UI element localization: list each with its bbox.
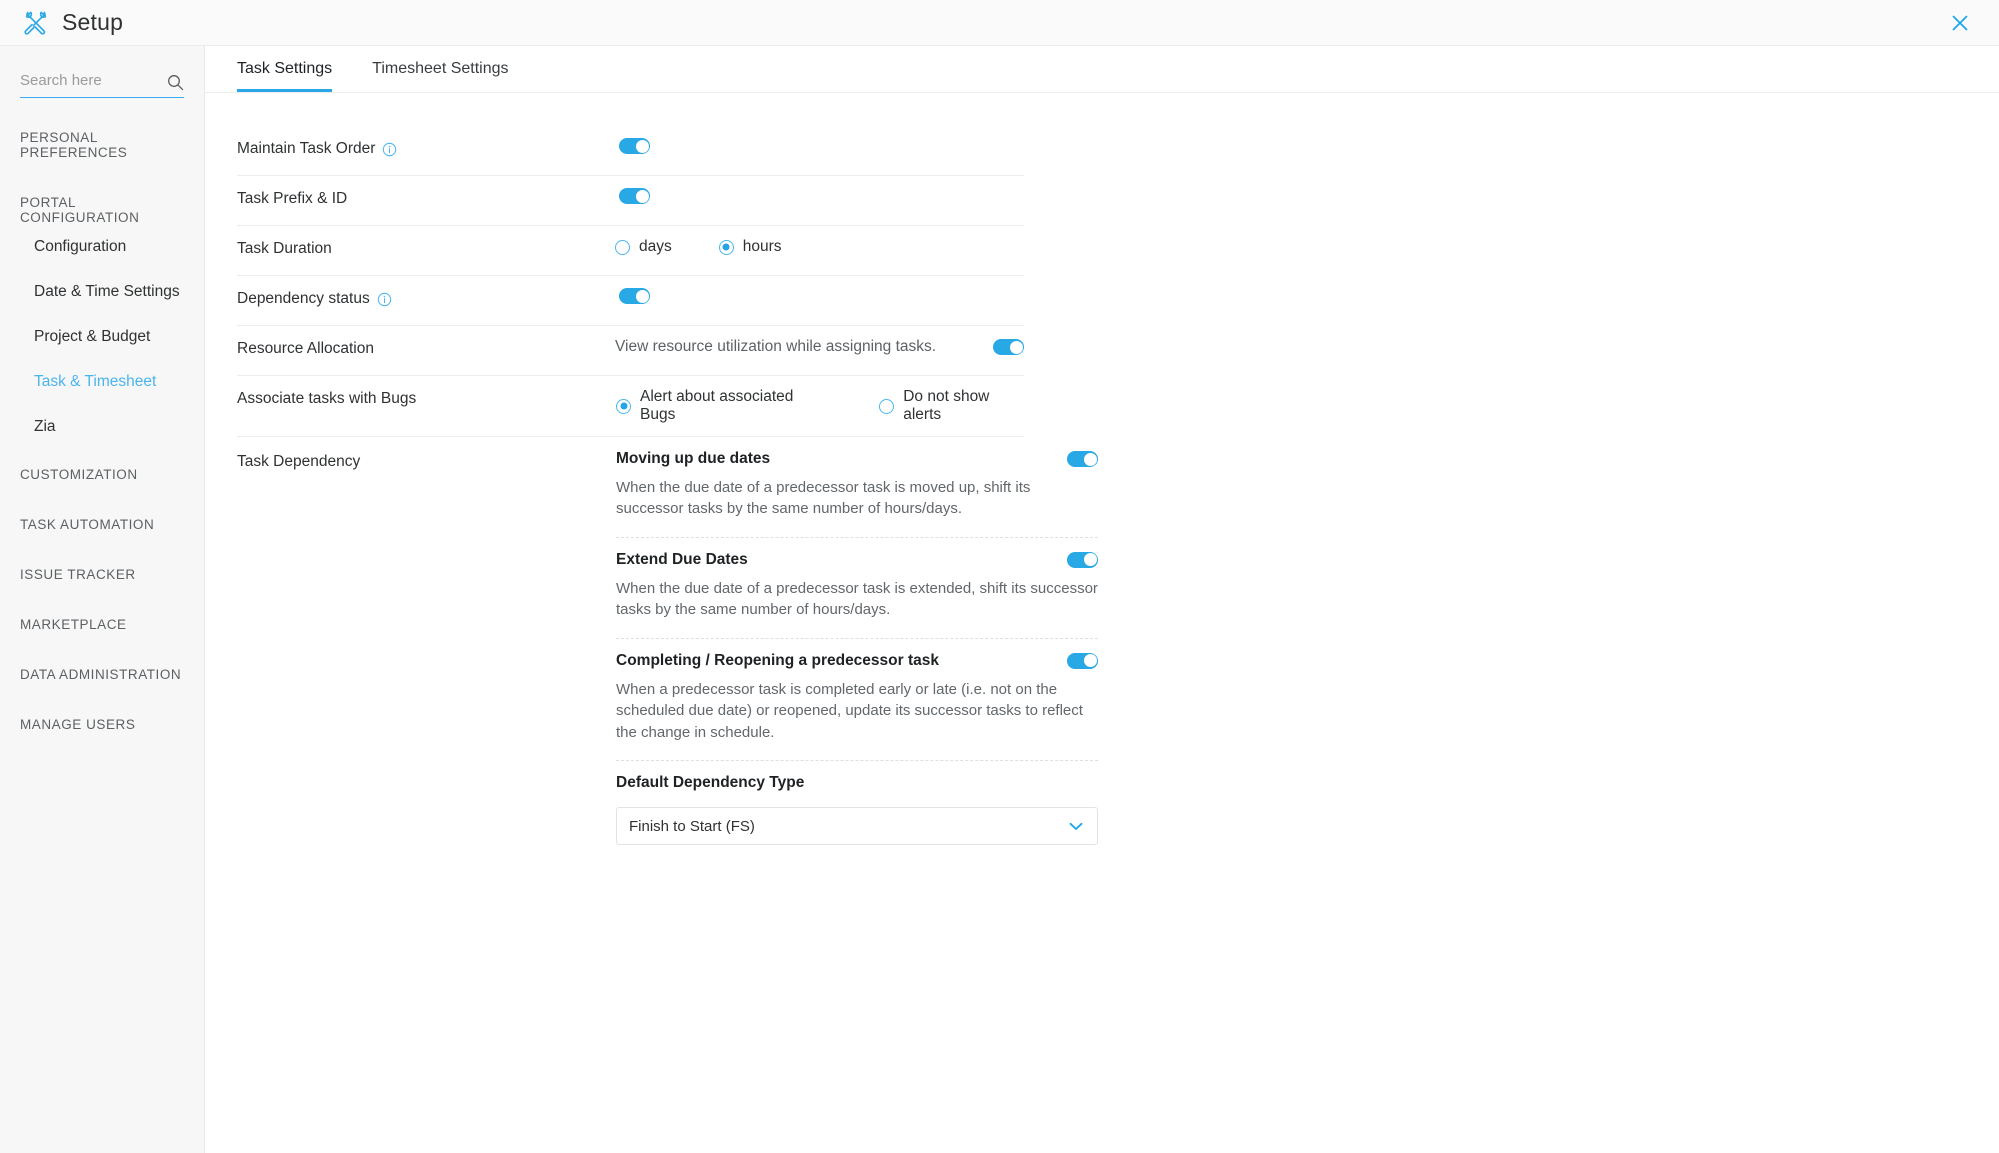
- row-control-container: [543, 176, 1024, 216]
- sidebar-group-issue-tracker[interactable]: ISSUE TRACKER: [0, 567, 204, 582]
- page-title: Setup: [62, 9, 124, 35]
- dependency-block-completing-reopening-predecessor-task: Completing / Reopening a predecessor tas…: [616, 639, 1098, 762]
- sidebar-group-task-automation[interactable]: TASK AUTOMATION: [0, 517, 204, 532]
- search-container: [20, 68, 184, 98]
- radio-icon-days[interactable]: [615, 239, 630, 255]
- label-default-dependency-type: Default Dependency Type: [616, 774, 805, 792]
- sidebar-item-date-time-settings[interactable]: Date & Time Settings: [0, 283, 204, 301]
- dependency-block-moving-up-due-dates: Moving up due dates When the due date of…: [616, 437, 1098, 538]
- row-control-container: View resource utilization while assignin…: [543, 326, 1024, 368]
- sidebar-item-zia[interactable]: Zia: [0, 418, 204, 436]
- setting-label-resource-allocation: Resource Allocation: [237, 340, 374, 357]
- toggle-maintain-task-order[interactable]: [619, 138, 650, 154]
- radio-group-task-duration: days hours: [615, 238, 782, 256]
- sidebar-item-configuration[interactable]: Configuration: [0, 238, 204, 256]
- dependency-title-moving-up-due-dates: Moving up due dates: [616, 450, 771, 467]
- chevron-down-icon[interactable]: [1069, 822, 1083, 831]
- dependency-block-header: Completing / Reopening a predecessor tas…: [616, 652, 1098, 670]
- sidebar-item-task-timesheet[interactable]: Task & Timesheet: [0, 373, 204, 391]
- window-body: PERSONAL PREFERENCES PORTAL CONFIGURATIO…: [0, 46, 1999, 1153]
- radio-option-alert-about-associated-bugs[interactable]: Alert about associated Bugs: [616, 388, 822, 424]
- sidebar-group-manage-users[interactable]: MANAGE USERS: [0, 717, 204, 732]
- row-label-container: Maintain Task Order: [237, 126, 543, 172]
- setup-window: Setup PERSONAL PREFERENCES PORTAL CONFIG…: [0, 0, 1999, 1153]
- search-input[interactable]: [20, 68, 184, 98]
- tab-task-settings[interactable]: Task Settings: [237, 60, 333, 92]
- sidebar-item-project-budget[interactable]: Project & Budget: [0, 328, 204, 346]
- radio-option-do-not-show-alerts[interactable]: Do not show alerts: [879, 388, 1024, 424]
- close-icon[interactable]: [1945, 8, 1975, 38]
- radio-option-hours[interactable]: hours: [718, 238, 782, 256]
- toggle-resource-allocation[interactable]: [993, 339, 1024, 355]
- sidebar-group-data-administration[interactable]: DATA ADMINISTRATION: [0, 667, 204, 682]
- radio-option-days[interactable]: days: [615, 238, 672, 256]
- setting-row-associate-tasks-with-bugs: Associate tasks with Bugs Alert about as…: [237, 376, 1024, 437]
- radio-icon-do-not-show-alerts[interactable]: [879, 398, 895, 414]
- setting-label-associate-tasks-with-bugs: Associate tasks with Bugs: [237, 390, 417, 407]
- setting-row-maintain-task-order: Maintain Task Order: [237, 126, 1024, 176]
- info-icon[interactable]: [382, 142, 397, 157]
- radio-group-associate-tasks-with-bugs: Alert about associated Bugs Do not show …: [616, 388, 1024, 424]
- row-control-container: days hours: [543, 226, 1024, 268]
- dependency-block-extend-due-dates: Extend Due Dates When the due date of a …: [616, 538, 1098, 639]
- select-default-dependency-type[interactable]: Finish to Start (FS): [616, 807, 1098, 846]
- radio-label-days: days: [639, 238, 672, 255]
- setting-label-task-dependency: Task Dependency: [237, 453, 361, 470]
- setting-row-task-prefix-id: Task Prefix & ID: [237, 176, 1024, 226]
- radio-label-alert-about-associated-bugs: Alert about associated Bugs: [640, 388, 794, 423]
- tools-icon: [24, 11, 48, 35]
- row-label-container: Associate tasks with Bugs: [237, 376, 543, 422]
- title-bar: Setup: [0, 0, 1999, 46]
- dependency-title-extend-due-dates: Extend Due Dates: [616, 550, 748, 568]
- task-dependency-blocks: Moving up due dates When the due date of…: [616, 437, 1098, 862]
- radio-icon-hours[interactable]: [718, 239, 734, 255]
- setting-description-resource-allocation: View resource utilization while assignin…: [615, 338, 937, 355]
- setting-label-dependency-status: Dependency status: [237, 290, 370, 307]
- row-control-container: [543, 126, 1024, 166]
- row-control-container: [543, 276, 1024, 316]
- dependency-description-extend-due-dates: When the due date of a predecessor task …: [616, 579, 1098, 619]
- toggle-completing-reopening-predecessor-task[interactable]: [1067, 652, 1098, 669]
- sidebar-group-marketplace[interactable]: MARKETPLACE: [0, 617, 204, 632]
- tab-bar: Task Settings Timesheet Settings: [205, 46, 1999, 93]
- setting-row-task-duration: Task Duration days hours: [237, 226, 1024, 276]
- row-label-container: Task Duration: [237, 226, 543, 272]
- setting-label-task-prefix-id: Task Prefix & ID: [237, 190, 348, 207]
- sidebar-nav: PERSONAL PREFERENCES PORTAL CONFIGURATIO…: [0, 130, 204, 732]
- row-label-container: Task Prefix & ID: [237, 176, 543, 222]
- sidebar-group-personal-preferences[interactable]: PERSONAL PREFERENCES: [0, 130, 204, 160]
- select-value-default-dependency-type: Finish to Start (FS): [629, 817, 755, 835]
- setting-label-task-duration: Task Duration: [237, 240, 332, 257]
- dependency-block-default-dependency-type: Default Dependency Type Finish to Start …: [616, 761, 1098, 862]
- toggle-extend-due-dates[interactable]: [1067, 551, 1098, 568]
- row-label-container: Resource Allocation: [237, 326, 543, 372]
- info-icon[interactable]: [377, 292, 392, 307]
- task-settings-panel: Maintain Task Order Task Prefix & ID Tas…: [205, 93, 1999, 862]
- toggle-task-prefix-id[interactable]: [619, 188, 650, 204]
- radio-label-do-not-show-alerts: Do not show alerts: [903, 388, 990, 423]
- sidebar-group-portal-configuration[interactable]: PORTAL CONFIGURATION: [0, 195, 204, 225]
- tab-timesheet-settings[interactable]: Timesheet Settings: [372, 60, 508, 92]
- toggle-moving-up-due-dates[interactable]: [1067, 451, 1098, 467]
- dependency-title-completing-reopening-predecessor-task: Completing / Reopening a predecessor tas…: [616, 651, 939, 669]
- search-icon[interactable]: [167, 74, 184, 91]
- toggle-dependency-status[interactable]: [619, 288, 650, 304]
- radio-icon-alert-about-associated-bugs[interactable]: [616, 398, 631, 414]
- sidebar-group-customization[interactable]: CUSTOMIZATION: [0, 467, 204, 482]
- setting-row-resource-allocation: Resource Allocation View resource utiliz…: [237, 326, 1024, 376]
- content-area: Task Settings Timesheet Settings Maintai…: [205, 46, 1999, 1153]
- sidebar-subitems-portal-configuration: Configuration Date & Time Settings Proje…: [0, 238, 204, 436]
- dependency-block-header: Extend Due Dates: [616, 551, 1098, 569]
- setting-label-maintain-task-order: Maintain Task Order: [237, 140, 376, 157]
- dependency-description-moving-up-due-dates: When the due date of a predecessor task …: [616, 479, 1031, 518]
- setting-row-task-dependency: Task Dependency Moving up due dates When…: [237, 437, 1098, 862]
- setting-row-dependency-status: Dependency status: [237, 276, 1024, 326]
- radio-label-hours: hours: [742, 238, 782, 255]
- row-control-container: Alert about associated Bugs Do not show …: [543, 376, 1024, 436]
- row-label-container: Dependency status: [237, 276, 543, 322]
- dependency-description-completing-reopening-predecessor-task: When a predecessor task is completed ear…: [616, 680, 1083, 741]
- dependency-block-header: Moving up due dates: [616, 450, 1098, 468]
- sidebar: PERSONAL PREFERENCES PORTAL CONFIGURATIO…: [0, 46, 205, 1153]
- setting-label-task-dependency-container: Task Dependency: [237, 437, 543, 862]
